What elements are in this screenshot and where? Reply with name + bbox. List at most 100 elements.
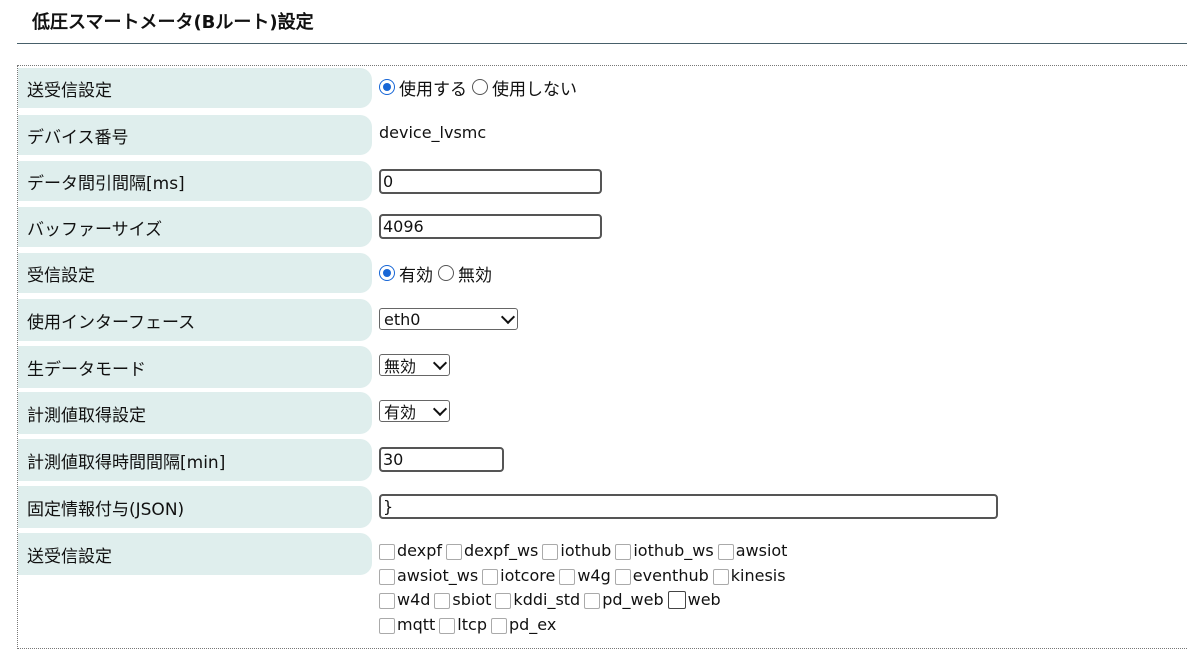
- checkbox-awsiot[interactable]: awsiot: [717, 541, 788, 560]
- interface-wrap: eth0: [379, 308, 518, 330]
- checkbox-icon[interactable]: [559, 569, 576, 585]
- measure-interval-wrap: 30: [379, 447, 504, 472]
- checkbox-icon[interactable]: [434, 593, 451, 609]
- measure-interval-input[interactable]: 30: [379, 447, 504, 472]
- checkbox-label: web: [687, 590, 721, 609]
- checkbox-label: sbiot: [452, 590, 492, 609]
- checkbox-icon[interactable]: [712, 569, 729, 585]
- radio-enabled[interactable]: 有効: [379, 261, 433, 286]
- checkbox-eventhub[interactable]: eventhub: [614, 566, 709, 585]
- checkbox-awsiot-ws[interactable]: awsiot_ws: [379, 566, 478, 585]
- radio-disabled-label: 無効: [458, 265, 492, 286]
- checkbox-label: ltcp: [457, 615, 487, 634]
- checkbox-kddi-std[interactable]: kddi_std: [495, 590, 580, 609]
- checkbox-icon[interactable]: [379, 593, 395, 609]
- measure-select[interactable]: 有効: [379, 400, 450, 422]
- checkbox-icon[interactable]: [490, 618, 507, 634]
- fixed-info-wrap: }: [379, 494, 998, 519]
- device-no-value: device_lvsmc: [379, 122, 487, 142]
- raw-mode-select-value: 無効: [384, 357, 417, 376]
- checkbox-sbiot[interactable]: sbiot: [434, 590, 491, 609]
- checkbox-label: awsiot_ws: [397, 566, 479, 585]
- label-recv: 受信設定: [18, 253, 372, 293]
- checkbox-label: w4g: [577, 566, 611, 585]
- checkbox-icon[interactable]: [717, 544, 734, 560]
- checkbox-label: kddi_std: [513, 590, 581, 609]
- label-device-no: デバイス番号: [18, 115, 372, 155]
- send-targets-line-3: w4d sbiot kddi_std pd_web web: [379, 590, 725, 609]
- measure-wrap: 有効: [379, 400, 450, 422]
- checkbox-kinesis[interactable]: kinesis: [712, 566, 786, 585]
- thin-interval-input[interactable]: 0: [379, 169, 602, 194]
- chevron-down-icon: [432, 355, 448, 370]
- radio-use[interactable]: 使用する: [379, 75, 467, 100]
- checkbox-mqtt[interactable]: mqtt: [379, 615, 435, 634]
- checkbox-pd-web[interactable]: pd_web: [584, 590, 664, 609]
- checkbox-label: iothub: [560, 541, 612, 560]
- title-divider: [17, 43, 1187, 44]
- checkbox-icon[interactable]: [495, 593, 512, 609]
- checkbox-icon[interactable]: [482, 569, 499, 585]
- label-send-targets: 送受信設定: [18, 533, 372, 575]
- send-targets-line-2: awsiot_ws iotcore w4g eventhub kinesis: [379, 566, 790, 585]
- checkbox-w4g[interactable]: w4g: [559, 566, 611, 585]
- checkbox-label: w4d: [397, 590, 431, 609]
- fixed-info-input[interactable]: }: [379, 494, 998, 519]
- radio-on-icon[interactable]: [379, 79, 395, 95]
- checkbox-icon[interactable]: [615, 544, 632, 560]
- radio-on-icon[interactable]: [379, 265, 395, 281]
- label-send-recv: 送受信設定: [18, 68, 372, 108]
- raw-mode-select[interactable]: 無効: [379, 354, 450, 376]
- page-title: 低圧スマートメータ(Bルート)設定: [32, 12, 314, 33]
- radio-off-icon[interactable]: [472, 79, 488, 95]
- send-targets-line-4: mqtt ltcp pd_ex: [379, 615, 560, 634]
- interface-select[interactable]: eth0: [379, 308, 518, 330]
- send-recv-radio-group: 使用する 使用しない: [379, 74, 582, 100]
- label-interface: 使用インターフェース: [18, 299, 372, 341]
- label-measure-interval: 計測値取得時間間隔[min]: [18, 439, 372, 481]
- label-fixed-info: 固定情報付与(JSON): [18, 486, 372, 528]
- checkbox-label: awsiot: [735, 541, 788, 560]
- checkbox-label: iotcore: [500, 566, 556, 585]
- checkbox-pd-ex[interactable]: pd_ex: [490, 615, 556, 634]
- checkbox-iothub[interactable]: iothub: [542, 541, 611, 560]
- checkbox-w4d[interactable]: w4d: [379, 590, 430, 609]
- buffer-size-input[interactable]: 4096: [379, 214, 602, 239]
- checkbox-label: eventhub: [632, 566, 709, 585]
- radio-not-use-label: 使用しない: [492, 79, 577, 100]
- buffer-size-wrap: 4096: [379, 214, 602, 239]
- label-thin-interval: データ間引間隔[ms]: [18, 161, 372, 201]
- radio-use-label: 使用する: [399, 79, 467, 100]
- checkbox-icon[interactable]: [379, 569, 395, 585]
- send-targets-line-1: dexpf dexpf_ws iothub iothub_ws awsiot: [379, 541, 791, 560]
- settings-form: 送受信設定 使用する 使用しない デバイス番号 device_lvsmc データ…: [17, 65, 1187, 649]
- radio-not-use[interactable]: 使用しない: [472, 75, 577, 100]
- checkbox-icon[interactable]: [667, 591, 686, 609]
- checkbox-icon[interactable]: [379, 544, 395, 560]
- raw-mode-wrap: 無効: [379, 354, 450, 376]
- recv-radio-group: 有効 無効: [379, 260, 497, 286]
- checkbox-iothub-ws[interactable]: iothub_ws: [615, 541, 714, 560]
- radio-disabled[interactable]: 無効: [438, 261, 492, 286]
- checkbox-dexpf[interactable]: dexpf: [379, 541, 442, 560]
- checkbox-icon[interactable]: [379, 618, 395, 634]
- checkbox-ltcp[interactable]: ltcp: [439, 615, 487, 634]
- checkbox-label: iothub_ws: [633, 541, 714, 560]
- checkbox-icon[interactable]: [584, 593, 601, 609]
- checkbox-icon[interactable]: [445, 544, 462, 560]
- checkbox-label: mqtt: [397, 615, 436, 634]
- checkbox-web[interactable]: web: [667, 590, 721, 609]
- checkbox-label: dexpf: [397, 541, 442, 560]
- radio-enabled-label: 有効: [399, 265, 433, 286]
- checkbox-icon[interactable]: [614, 569, 631, 585]
- label-buffer-size: バッファーサイズ: [18, 207, 372, 247]
- checkbox-iotcore[interactable]: iotcore: [482, 566, 555, 585]
- radio-off-icon[interactable]: [438, 265, 454, 281]
- chevron-down-icon: [500, 309, 516, 324]
- checkbox-dexpf-ws[interactable]: dexpf_ws: [445, 541, 538, 560]
- checkbox-icon[interactable]: [439, 618, 456, 634]
- checkbox-label: pd_web: [602, 590, 664, 609]
- checkbox-icon[interactable]: [542, 544, 559, 560]
- measure-select-value: 有効: [384, 403, 417, 422]
- label-measure: 計測値取得設定: [18, 392, 372, 434]
